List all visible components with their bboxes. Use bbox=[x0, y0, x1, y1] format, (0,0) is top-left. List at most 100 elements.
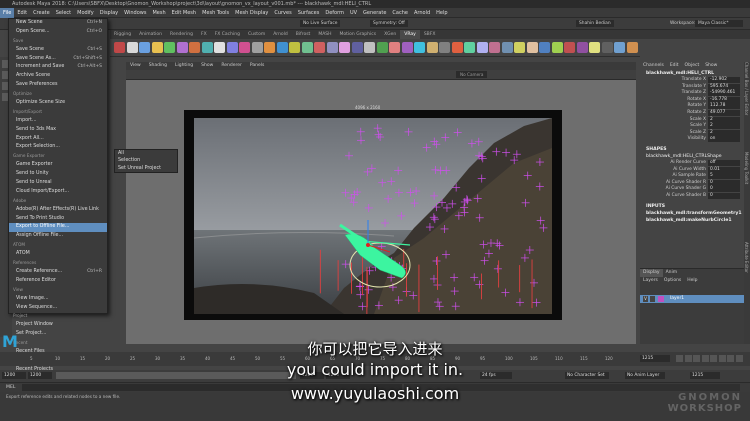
menu-mesh-display[interactable]: Mesh Display bbox=[232, 8, 271, 18]
symmetry-dropdown[interactable]: Symmetry: Off bbox=[370, 20, 408, 27]
file-menu-item-open-scene[interactable]: Open Scene... Ctrl+O bbox=[9, 28, 107, 37]
shelf-tool-icon[interactable] bbox=[476, 42, 488, 53]
channel-value-field[interactable]: 2 bbox=[708, 129, 740, 136]
file-menu-item-send-to-3ds-max[interactable]: Send to 3ds Max bbox=[9, 126, 107, 135]
shelf-tool-icon[interactable] bbox=[151, 42, 163, 53]
shelf-tool-icon[interactable] bbox=[214, 42, 225, 53]
shelf-tool-icon[interactable] bbox=[301, 42, 313, 53]
file-menu-item-atom[interactable]: ATOM bbox=[9, 250, 107, 259]
channel-row-translate-x[interactable]: Translate X -12.902 bbox=[640, 77, 744, 84]
file-menu-item-assign-offline-file[interactable]: Assign Offline File... bbox=[9, 232, 107, 241]
channel-row-ai-curve-shader-b[interactable]: Ai Curve Shader B0 bbox=[640, 192, 744, 200]
menu-modify[interactable]: Modify bbox=[74, 8, 97, 18]
file-menu-item-send-to-unity[interactable]: Send to Unity bbox=[9, 170, 107, 179]
live-surface-field[interactable]: No Live Surface bbox=[300, 20, 341, 27]
shelf-tool-icon[interactable] bbox=[276, 42, 288, 53]
shelf-tool-icon[interactable] bbox=[414, 42, 425, 53]
shelf-tab-animation[interactable]: Animation bbox=[135, 30, 166, 39]
shelf-tool-icon[interactable] bbox=[139, 42, 150, 53]
file-menu-item-send-to-unreal[interactable]: Send to Unreal bbox=[9, 179, 107, 188]
file-menu-item-export-selection[interactable]: Export Selection... bbox=[9, 143, 107, 152]
layer-tab-anim[interactable]: Anim bbox=[663, 269, 681, 277]
shelf-tool-icon[interactable] bbox=[501, 42, 513, 53]
file-menu-item-export-to-offline-file[interactable]: Export to Offline File... bbox=[9, 223, 107, 233]
channel-value-field[interactable]: 595.674 bbox=[708, 83, 740, 90]
channel-box-menu-show[interactable]: Show bbox=[702, 62, 720, 70]
file-menu-item-reference-editor[interactable]: Reference Editor bbox=[9, 277, 107, 286]
channel-box-menu-channels[interactable]: Channels bbox=[640, 62, 667, 70]
shelf-tool-icon[interactable] bbox=[251, 42, 263, 53]
channel-value-field[interactable]: 0.01 bbox=[708, 166, 740, 173]
shelf-tool-icon[interactable] bbox=[551, 42, 563, 53]
shelf-tool-icon[interactable] bbox=[364, 42, 375, 53]
file-menu-item-import[interactable]: Import... bbox=[9, 117, 107, 126]
channel-value-field[interactable]: -12.902 bbox=[708, 77, 740, 83]
layer-name[interactable]: layer1 bbox=[670, 295, 684, 303]
shelf-tab-bifrost[interactable]: Bifrost bbox=[292, 30, 315, 39]
file-menu-item-send-to-print-studio[interactable]: Send To Print Studio bbox=[9, 215, 107, 224]
menu-mesh-tools[interactable]: Mesh Tools bbox=[199, 8, 232, 18]
shelf-tab-vray[interactable]: VRay bbox=[400, 30, 420, 39]
menu-arnold[interactable]: Arnold bbox=[411, 8, 433, 18]
panel-menu-view[interactable]: View bbox=[126, 62, 145, 70]
input-node-blackhawk-mdl-transformgeometry1[interactable]: blackhawk_mdl:transformGeometry1 bbox=[640, 210, 744, 217]
panel-menu-lighting[interactable]: Lighting bbox=[171, 62, 197, 70]
file-menu-item-project-window[interactable]: Project Window bbox=[9, 321, 107, 330]
channel-row-visibility[interactable]: Visibility on bbox=[640, 136, 744, 143]
shelf-tool-icon[interactable] bbox=[426, 42, 438, 53]
channel-row-ai-sample-rate[interactable]: Ai Sample Rate 5 bbox=[640, 173, 744, 180]
shelf-tool-icon[interactable] bbox=[564, 42, 575, 53]
menu-create[interactable]: Create bbox=[30, 8, 53, 18]
shelf-tool-icon[interactable] bbox=[601, 42, 613, 53]
shelf-tool-icon[interactable] bbox=[526, 42, 538, 53]
file-menu-item-save-scene-as[interactable]: Save Scene As... Ctrl+Shift+S bbox=[9, 55, 107, 64]
shelf-tool-icon[interactable] bbox=[514, 42, 525, 53]
shelf-tool-icon[interactable] bbox=[339, 42, 350, 53]
shape-name[interactable]: blackhawk_mdl:HELI_CTRLShape bbox=[640, 153, 744, 160]
file-menu-item-export-all[interactable]: Export All... bbox=[9, 135, 107, 144]
shelf-tool-icon[interactable] bbox=[164, 42, 175, 53]
shelf-tool-icon[interactable] bbox=[576, 42, 588, 53]
menu-mesh[interactable]: Mesh bbox=[149, 8, 168, 18]
menu-uv[interactable]: UV bbox=[347, 8, 360, 18]
menu-windows[interactable]: Windows bbox=[121, 8, 149, 18]
shelf-tool-icon[interactable] bbox=[264, 42, 275, 53]
channel-value-field[interactable]: off bbox=[708, 159, 740, 166]
channel-value-field[interactable]: 49.077 bbox=[708, 109, 740, 116]
file-menu-item-archive-scene[interactable]: Archive Scene bbox=[9, 72, 107, 81]
shelf-tab-xgen[interactable]: XGen bbox=[380, 30, 400, 39]
shelf-tool-icon[interactable] bbox=[201, 42, 213, 53]
layer-color-swatch[interactable] bbox=[658, 296, 664, 302]
file-menu-item-adobe-r-after-effects-r-live-link[interactable]: Adobe(R) After Effects(R) Live Link bbox=[9, 206, 107, 215]
menu-help[interactable]: Help bbox=[433, 8, 450, 18]
file-menu-item-increment-and-save[interactable]: Increment and Save Ctrl+Alt+S bbox=[9, 63, 107, 72]
menu-generate[interactable]: Generate bbox=[360, 8, 389, 18]
file-menu-item-optimize-scene-size[interactable]: Optimize Scene Size bbox=[9, 99, 107, 108]
menu-cache[interactable]: Cache bbox=[389, 8, 411, 18]
channel-box-object[interactable]: blackhawk_mdl:HELI_CTRL bbox=[640, 70, 744, 77]
shelf-tool-icon[interactable] bbox=[351, 42, 363, 53]
shelf-tool-icon[interactable] bbox=[626, 42, 638, 53]
file-menu-item-cloud-import-export[interactable]: Cloud Import/Export... bbox=[9, 188, 107, 197]
channel-value-field[interactable]: 112.78 bbox=[708, 103, 740, 110]
shelf-tool-icon[interactable] bbox=[326, 42, 338, 53]
channel-row-rotate-z[interactable]: Rotate Z 49.077 bbox=[640, 109, 744, 117]
layer-tab-display[interactable]: Display bbox=[640, 269, 663, 277]
side-tab-modeling-toolkit[interactable]: Modeling Toolkit bbox=[744, 152, 749, 242]
shelf-tab-rigging[interactable]: Rigging bbox=[110, 30, 135, 39]
channel-box-menu-edit[interactable]: Edit bbox=[667, 62, 682, 70]
channel-row-scale-y[interactable]: Scale Y2 bbox=[640, 123, 744, 130]
channel-value-field[interactable]: 2 bbox=[708, 116, 740, 123]
submenu-item-selection[interactable]: Selection bbox=[115, 157, 177, 164]
submenu-item-set-unreal-project[interactable]: Set Unreal Project bbox=[115, 165, 177, 172]
menu-display[interactable]: Display bbox=[97, 8, 121, 18]
shelf-tool-icon[interactable] bbox=[176, 42, 188, 53]
shelf-tool-icon[interactable] bbox=[539, 42, 550, 53]
shelf-tab-rendering[interactable]: Rendering bbox=[166, 30, 197, 39]
menu-edit-mesh[interactable]: Edit Mesh bbox=[169, 8, 199, 18]
layer-menu-options[interactable]: Options bbox=[661, 277, 684, 285]
file-menu-item-save-scene[interactable]: Save Scene Ctrl+S bbox=[9, 46, 107, 55]
shelf-tool-icon[interactable] bbox=[614, 42, 625, 53]
side-tab-attribute-editor[interactable]: Attribute Editor bbox=[744, 242, 749, 332]
shelf-tab-custom[interactable]: Custom bbox=[244, 30, 269, 39]
